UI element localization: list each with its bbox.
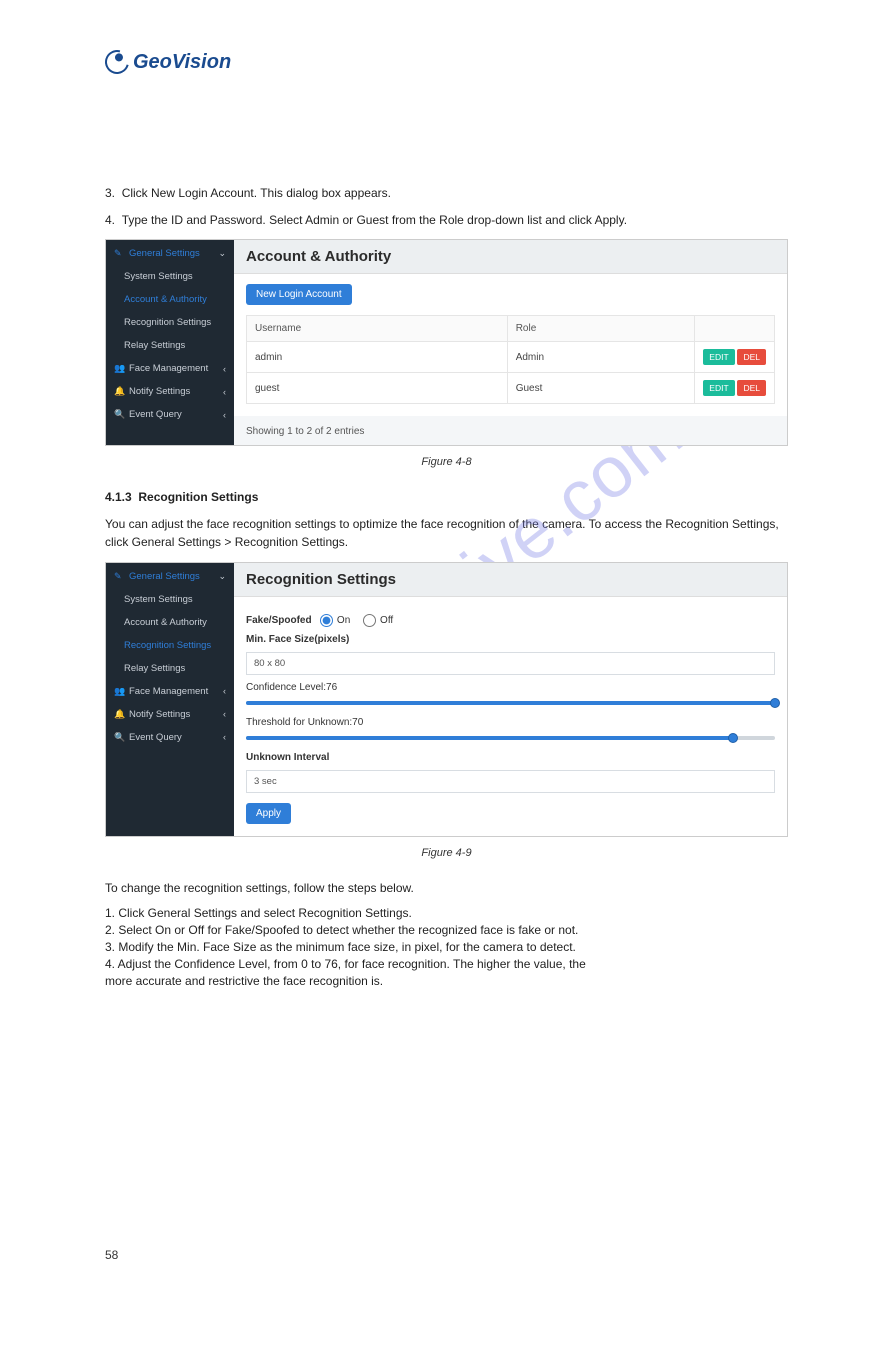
page-title: Recognition Settings: [234, 563, 787, 597]
step-2: 2. Select On or Off for Fake/Spoofed to …: [105, 923, 788, 937]
chevron-left-icon: ‹: [223, 364, 226, 374]
threshold-slider[interactable]: [246, 736, 775, 740]
sidebar-relay-settings[interactable]: Relay Settings: [106, 657, 234, 680]
table-header-row: Username Role: [247, 316, 775, 342]
chevron-down-icon: ⌄: [218, 571, 226, 582]
chevron-left-icon: ‹: [223, 410, 226, 420]
edit-button[interactable]: EDIT: [703, 380, 734, 396]
slider-thumb[interactable]: [728, 733, 738, 743]
min-face-input[interactable]: 80 x 80: [246, 652, 775, 675]
apply-button[interactable]: Apply: [246, 803, 291, 824]
cell-username: guest: [247, 373, 508, 404]
edit-button[interactable]: EDIT: [703, 349, 734, 365]
sidebar-notify-settings[interactable]: 🔔Notify Settings ‹: [106, 703, 234, 726]
section-heading: 4.1.3 Recognition Settings: [105, 488, 788, 507]
page-number: 58: [105, 1248, 788, 1262]
sidebar-system-settings[interactable]: System Settings: [106, 588, 234, 611]
accounts-table: Username Role admin Admin EDIT DEL guest: [246, 315, 775, 404]
chevron-left-icon: ‹: [223, 686, 226, 696]
chevron-left-icon: ‹: [223, 387, 226, 397]
steps-list: 1. Click General Settings and select Rec…: [105, 906, 788, 988]
bell-icon: 🔔: [114, 386, 124, 397]
table-row: guest Guest EDIT DEL: [247, 373, 775, 404]
sidebar-system-settings[interactable]: System Settings: [106, 265, 234, 288]
confidence-slider[interactable]: [246, 701, 775, 705]
sidebar-recognition-settings[interactable]: Recognition Settings: [106, 311, 234, 334]
sidebar-general-settings[interactable]: ✎General Settings ⌄: [106, 565, 234, 588]
brand-logo: GeoVision: [105, 50, 788, 74]
step-4b: more accurate and restrictive the face r…: [105, 974, 788, 988]
brand-name: GeoVision: [133, 51, 231, 74]
sidebar-face-management[interactable]: 👥Face Management ‹: [106, 680, 234, 703]
edit-icon: ✎: [114, 571, 124, 582]
screenshot-account-authority: ✎General Settings ⌄ System Settings Acco…: [105, 239, 788, 446]
confidence-label: Confidence Level:76: [246, 682, 775, 693]
cell-role: Admin: [507, 342, 694, 373]
step-1: 1. Click General Settings and select Rec…: [105, 906, 788, 920]
fake-off-radio[interactable]: [363, 614, 376, 627]
unknown-interval-label: Unknown Interval: [246, 752, 775, 763]
sidebar-account-authority[interactable]: Account & Authority: [106, 288, 234, 311]
cell-username: admin: [247, 342, 508, 373]
table-row: admin Admin EDIT DEL: [247, 342, 775, 373]
col-role: Role: [507, 316, 694, 342]
threshold-label: Threshold for Unknown:70: [246, 717, 775, 728]
cell-role: Guest: [507, 373, 694, 404]
delete-button[interactable]: DEL: [737, 380, 766, 396]
sidebar-recognition-settings[interactable]: Recognition Settings: [106, 634, 234, 657]
fake-spoofed-row: Fake/Spoofed On Off: [246, 614, 775, 627]
figure-caption-2: Figure 4-9: [105, 847, 788, 859]
screenshot-recognition-settings: ✎General Settings ⌄ System Settings Acco…: [105, 562, 788, 837]
figure-caption-1: Figure 4-8: [105, 456, 788, 468]
steps-intro: To change the recognition settings, foll…: [105, 879, 788, 898]
chevron-left-icon: ‹: [223, 709, 226, 719]
table-entries-info: Showing 1 to 2 of 2 entries: [234, 416, 787, 445]
step-3: 3. Modify the Min. Face Size as the mini…: [105, 940, 788, 954]
delete-button[interactable]: DEL: [737, 349, 766, 365]
sidebar-event-query[interactable]: 🔍Event Query ‹: [106, 726, 234, 749]
users-icon: 👥: [114, 363, 124, 374]
sidebar-notify-settings[interactable]: 🔔Notify Settings ‹: [106, 380, 234, 403]
min-face-label: Min. Face Size(pixels): [246, 634, 775, 645]
chevron-down-icon: ⌄: [218, 248, 226, 259]
step-4: 4. Type the ID and Password. Select Admi…: [105, 211, 788, 230]
unknown-interval-input[interactable]: 3 sec: [246, 770, 775, 793]
edit-icon: ✎: [114, 248, 124, 259]
users-icon: 👥: [114, 686, 124, 697]
new-login-account-button[interactable]: New Login Account: [246, 284, 352, 305]
sidebar-general-settings[interactable]: ✎General Settings ⌄: [106, 242, 234, 265]
search-icon: 🔍: [114, 732, 124, 743]
page-title: Account & Authority: [234, 240, 787, 274]
col-username: Username: [247, 316, 508, 342]
globe-icon: [101, 46, 134, 79]
sidebar: ✎General Settings ⌄ System Settings Acco…: [106, 563, 234, 836]
fake-on-radio[interactable]: [320, 614, 333, 627]
step-4a: 4. Adjust the Confidence Level, from 0 t…: [105, 957, 788, 971]
bell-icon: 🔔: [114, 709, 124, 720]
step-3: 3. Click New Login Account. This dialog …: [105, 184, 788, 203]
slider-thumb[interactable]: [770, 698, 780, 708]
search-icon: 🔍: [114, 409, 124, 420]
sidebar-face-management[interactable]: 👥Face Management ‹: [106, 357, 234, 380]
section-desc: You can adjust the face recognition sett…: [105, 515, 788, 552]
sidebar-account-authority[interactable]: Account & Authority: [106, 611, 234, 634]
chevron-left-icon: ‹: [223, 732, 226, 742]
sidebar-relay-settings[interactable]: Relay Settings: [106, 334, 234, 357]
sidebar-event-query[interactable]: 🔍Event Query ‹: [106, 403, 234, 426]
sidebar: ✎General Settings ⌄ System Settings Acco…: [106, 240, 234, 445]
